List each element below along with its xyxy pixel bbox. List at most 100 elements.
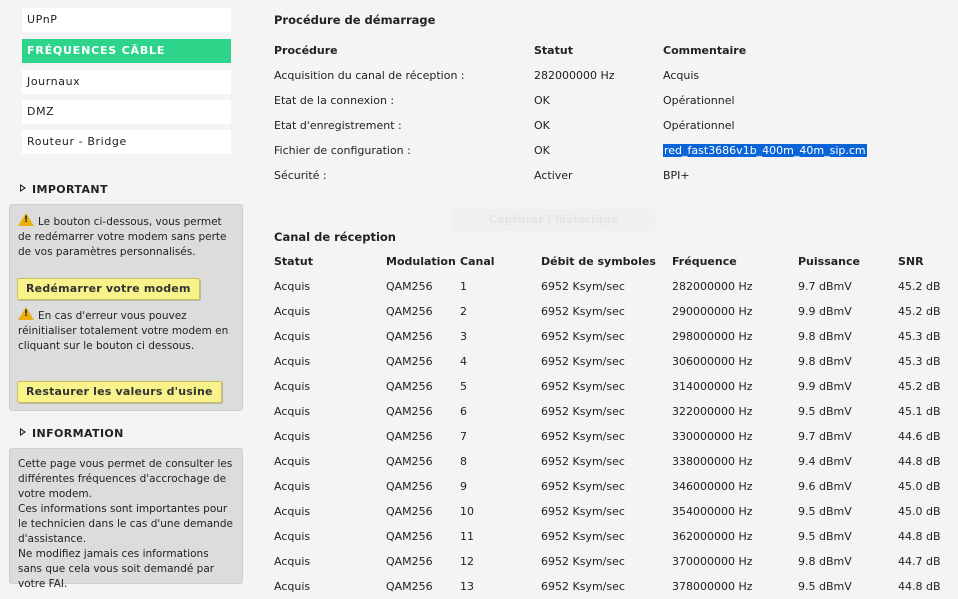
nav-item-routeur-bridge[interactable]: Routeur - Bridge bbox=[22, 130, 231, 154]
expand-triangle-icon bbox=[20, 184, 26, 192]
information-text-3: Ne modifiez jamais ces informations sans… bbox=[18, 548, 215, 590]
startup-status: 282000000 Hz bbox=[534, 69, 615, 82]
startup-comment: BPI+ bbox=[663, 169, 690, 182]
cell-channel: 1 bbox=[460, 280, 467, 293]
cell-channel: 3 bbox=[460, 330, 467, 343]
startup-comment: Opérationnel bbox=[663, 94, 735, 107]
cell-frequency: 282000000 Hz bbox=[672, 280, 753, 293]
information-title: INFORMATION bbox=[32, 427, 124, 440]
cell-snr: 44.8 dB bbox=[898, 530, 941, 543]
cell-modulation: QAM256 bbox=[386, 305, 433, 318]
cell-symbol-rate: 6952 Ksym/sec bbox=[541, 380, 625, 393]
startup-procedure: Acquisition du canal de réception : bbox=[274, 69, 465, 82]
nav-item-frequences-cable[interactable]: FRÉQUENCES CÂBLE bbox=[22, 39, 231, 63]
warning-icon bbox=[18, 307, 34, 320]
startup-comment: Opérationnel bbox=[663, 119, 735, 132]
cell-power: 9.8 dBmV bbox=[798, 330, 852, 343]
cell-channel: 7 bbox=[460, 430, 467, 443]
downstream-header-power: Puissance bbox=[798, 255, 860, 268]
downstream-title: Canal de réception bbox=[274, 230, 396, 244]
cell-frequency: 370000000 Hz bbox=[672, 555, 753, 568]
startup-procedure: Etat de la connexion : bbox=[274, 94, 395, 107]
cell-modulation: QAM256 bbox=[386, 455, 433, 468]
cell-status: Acquis bbox=[274, 580, 311, 593]
capture-history-button[interactable]: Capturer l'historique bbox=[452, 209, 655, 231]
main-content: Procédure de démarrage Procédure Statut … bbox=[252, 0, 958, 599]
cell-modulation: QAM256 bbox=[386, 505, 433, 518]
cell-status: Acquis bbox=[274, 280, 311, 293]
expand-triangle-icon bbox=[20, 428, 26, 436]
nav-item-journaux[interactable]: Journaux bbox=[22, 70, 231, 94]
startup-comment[interactable]: red_fast3686v1b_400m_40m_sip.cm bbox=[663, 144, 867, 157]
important-text-2: En cas d'erreur vous pouvez réinitialise… bbox=[18, 307, 232, 354]
cell-status: Acquis bbox=[274, 330, 311, 343]
downstream-header-frequency: Fréquence bbox=[672, 255, 737, 268]
downstream-header-status: Statut bbox=[274, 255, 313, 268]
cell-symbol-rate: 6952 Ksym/sec bbox=[541, 455, 625, 468]
cell-symbol-rate: 6952 Ksym/sec bbox=[541, 430, 625, 443]
cell-modulation: QAM256 bbox=[386, 580, 433, 593]
startup-procedure: Etat d'enregistrement : bbox=[274, 119, 402, 132]
cell-frequency: 330000000 Hz bbox=[672, 430, 753, 443]
cell-symbol-rate: 6952 Ksym/sec bbox=[541, 355, 625, 368]
cell-frequency: 362000000 Hz bbox=[672, 530, 753, 543]
cell-snr: 45.2 dB bbox=[898, 280, 941, 293]
cell-channel: 13 bbox=[460, 580, 474, 593]
warning-icon bbox=[18, 213, 34, 226]
cell-power: 9.5 dBmV bbox=[798, 530, 852, 543]
cell-symbol-rate: 6952 Ksym/sec bbox=[541, 555, 625, 568]
cell-power: 9.5 dBmV bbox=[798, 405, 852, 418]
cell-channel: 12 bbox=[460, 555, 474, 568]
cell-snr: 44.8 dB bbox=[898, 580, 941, 593]
cell-modulation: QAM256 bbox=[386, 530, 433, 543]
startup-procedure: Sécurité : bbox=[274, 169, 327, 182]
startup-procedure: Fichier de configuration : bbox=[274, 144, 411, 157]
factory-reset-button[interactable]: Restaurer les valeurs d'usine bbox=[17, 381, 222, 403]
cell-power: 9.5 dBmV bbox=[798, 505, 852, 518]
restart-modem-button[interactable]: Redémarrer votre modem bbox=[17, 278, 200, 300]
cell-snr: 45.0 dB bbox=[898, 505, 941, 518]
cell-snr: 44.7 dB bbox=[898, 555, 941, 568]
cell-status: Acquis bbox=[274, 480, 311, 493]
startup-status: OK bbox=[534, 144, 550, 157]
cell-symbol-rate: 6952 Ksym/sec bbox=[541, 330, 625, 343]
cell-symbol-rate: 6952 Ksym/sec bbox=[541, 530, 625, 543]
cell-frequency: 378000000 Hz bbox=[672, 580, 753, 593]
cell-status: Acquis bbox=[274, 405, 311, 418]
cell-channel: 10 bbox=[460, 505, 474, 518]
nav-item-dmz[interactable]: DMZ bbox=[22, 100, 231, 124]
startup-header-comment: Commentaire bbox=[663, 44, 747, 57]
cell-modulation: QAM256 bbox=[386, 330, 433, 343]
cell-modulation: QAM256 bbox=[386, 480, 433, 493]
startup-status: OK bbox=[534, 94, 550, 107]
important-text-1: Le bouton ci-dessous, vous permet de red… bbox=[18, 213, 232, 260]
cell-modulation: QAM256 bbox=[386, 405, 433, 418]
information-heading[interactable]: INFORMATION bbox=[20, 427, 124, 440]
cell-symbol-rate: 6952 Ksym/sec bbox=[541, 505, 625, 518]
cell-snr: 44.8 dB bbox=[898, 455, 941, 468]
cell-power: 9.9 dBmV bbox=[798, 380, 852, 393]
important-heading[interactable]: IMPORTANT bbox=[20, 183, 108, 196]
startup-header-procedure: Procédure bbox=[274, 44, 338, 57]
cell-snr: 44.6 dB bbox=[898, 430, 941, 443]
downstream-header-snr: SNR bbox=[898, 255, 924, 268]
cell-snr: 45.3 dB bbox=[898, 355, 941, 368]
cell-frequency: 290000000 Hz bbox=[672, 305, 753, 318]
cell-status: Acquis bbox=[274, 305, 311, 318]
cell-power: 9.5 dBmV bbox=[798, 580, 852, 593]
cell-snr: 45.1 dB bbox=[898, 405, 941, 418]
cell-modulation: QAM256 bbox=[386, 555, 433, 568]
cell-status: Acquis bbox=[274, 455, 311, 468]
cell-status: Acquis bbox=[274, 505, 311, 518]
cell-status: Acquis bbox=[274, 355, 311, 368]
cell-channel: 5 bbox=[460, 380, 467, 393]
startup-status: OK bbox=[534, 119, 550, 132]
cell-snr: 45.2 dB bbox=[898, 380, 941, 393]
cell-channel: 2 bbox=[460, 305, 467, 318]
nav-item-upnp[interactable]: UPnP bbox=[22, 8, 231, 32]
config-file-selected-text[interactable]: red_fast3686v1b_400m_40m_sip.cm bbox=[663, 144, 867, 157]
cell-modulation: QAM256 bbox=[386, 355, 433, 368]
cell-channel: 8 bbox=[460, 455, 467, 468]
cell-channel: 6 bbox=[460, 405, 467, 418]
cell-modulation: QAM256 bbox=[386, 380, 433, 393]
